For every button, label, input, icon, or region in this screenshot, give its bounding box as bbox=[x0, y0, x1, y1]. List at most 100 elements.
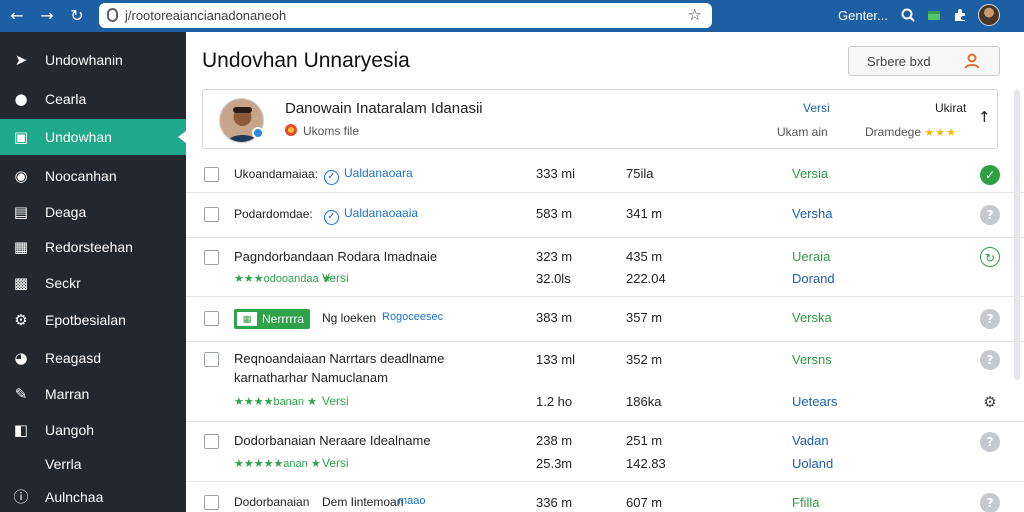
header-action-button[interactable]: Srbere bxd bbox=[848, 46, 1000, 76]
table-row[interactable]: Podardomdae: ✓ Ualdanaoaaia 583 m 341 m V… bbox=[186, 193, 1024, 238]
pen-icon: ✎ bbox=[14, 385, 28, 403]
sidebar-item-label: Marran bbox=[45, 386, 90, 402]
row-version[interactable]: Versi bbox=[322, 456, 349, 470]
account-name[interactable]: Genter... bbox=[838, 8, 888, 23]
row-tag[interactable]: Rogoceesec bbox=[382, 311, 443, 323]
sidebar-item-label: Verrla bbox=[45, 456, 82, 472]
row-checkbox[interactable] bbox=[204, 352, 219, 367]
bell-icon: ◉ bbox=[14, 167, 28, 185]
address-bar[interactable]: j/rootoreaiancianadonaneoh ☆ bbox=[99, 3, 712, 28]
sidebar-item-7[interactable]: ▩ Seckr bbox=[0, 265, 186, 301]
table-row[interactable]: Dodorbanaian Neraare Idealname ★★★★★anan… bbox=[186, 422, 1024, 482]
globe-icon: ◕ bbox=[14, 349, 28, 367]
row-rating: ★★★★banan ★ bbox=[234, 396, 317, 408]
row-value-1: 333 mi bbox=[536, 166, 576, 181]
sidebar-item-label: Undowhan bbox=[45, 129, 112, 145]
sidebar-item-10[interactable]: ✎ Marran bbox=[0, 376, 186, 412]
sidebar-item-11[interactable]: ◧ Uangoh bbox=[0, 412, 186, 448]
status-badge: Verska bbox=[792, 310, 832, 325]
row-tag[interactable]: ✓ Ualdanaoara bbox=[324, 166, 413, 185]
row-value-1: 383 m bbox=[536, 310, 573, 325]
status-badge: Versha bbox=[792, 206, 833, 221]
reload-icon[interactable]: ↻ bbox=[66, 5, 88, 27]
row-version[interactable]: Versi bbox=[322, 394, 349, 408]
row-checkbox[interactable] bbox=[204, 207, 219, 222]
row-tag-label: Ualdanaoaaia bbox=[344, 206, 419, 220]
gear-icon: ⚙ bbox=[14, 311, 28, 329]
sidebar-item-9[interactable]: ◕ Reagasd bbox=[0, 340, 186, 376]
sidebar-item-12[interactable]: Verrla bbox=[0, 446, 186, 482]
settings-icon[interactable]: ⚙ bbox=[980, 392, 1000, 412]
badge-label: Nerrrrra bbox=[262, 312, 304, 326]
sidebar-item-label: Epotbesialan bbox=[45, 312, 126, 328]
forward-arrow-icon[interactable]: → bbox=[36, 5, 58, 27]
row-tag[interactable]: ✓ Ualdanaoaaia bbox=[324, 206, 418, 225]
status-icon bbox=[285, 124, 297, 136]
profile-card[interactable]: Danowain Inataralam Idanasii Ukoms file … bbox=[202, 89, 998, 149]
table-row[interactable]: ▦ Nerrrrra Ng loeken Rogoceesec 383 m 35… bbox=[186, 297, 1024, 342]
refresh-icon[interactable]: ↻ bbox=[980, 247, 1000, 267]
status-badge: Versns bbox=[792, 352, 832, 367]
shield-icon: ▩ bbox=[13, 274, 29, 292]
page-title: Undovhan Unnaryesia bbox=[202, 49, 410, 72]
sidebar-item-1[interactable]: ➤ Undowhanin bbox=[0, 42, 186, 78]
pin-icon: ➤ bbox=[14, 51, 28, 69]
row-value-2: 251 m bbox=[626, 433, 663, 448]
row-tag[interactable]: maao bbox=[398, 495, 426, 507]
browser-toolbar: ← → ↻ j/rootoreaiancianadonaneoh ☆ Gente… bbox=[0, 0, 1024, 32]
check-circle-icon: ✓ bbox=[324, 210, 339, 225]
sort-arrow-icon[interactable]: ↑ bbox=[978, 108, 991, 126]
sidebar-item-label: Deaga bbox=[45, 204, 87, 220]
sidebar-item-13[interactable]: ⓘ Aulnchaa bbox=[0, 479, 186, 512]
info-icon: ⓘ bbox=[13, 488, 29, 506]
sidebar-item-label: Seckr bbox=[45, 275, 81, 291]
row-value-3: 1.2 ho bbox=[536, 394, 573, 409]
sidebar-item-6[interactable]: ▦ Redorsteehan bbox=[0, 229, 186, 265]
bookmark-star-icon[interactable]: ☆ bbox=[688, 5, 702, 24]
sidebar: ➤ Undowhanin ● Cearla ▣ Undowhan ◉ Nooca… bbox=[0, 32, 186, 512]
row-version[interactable]: Versi bbox=[322, 271, 349, 285]
row-rating: ★★★★★anan ★ bbox=[234, 458, 321, 470]
row-title: Dodorbanaian Neraare Idealname bbox=[234, 433, 431, 448]
row-checkbox[interactable] bbox=[204, 311, 219, 326]
back-arrow-icon[interactable]: ← bbox=[6, 5, 28, 27]
row-value-4: 186ka bbox=[626, 394, 662, 409]
profile-rating: Dramdege ★★★ bbox=[865, 125, 957, 139]
row-value-2: 352 m bbox=[626, 352, 663, 367]
row-checkbox[interactable] bbox=[204, 250, 219, 265]
sidebar-item-active[interactable]: ▣ Undowhan bbox=[0, 119, 186, 155]
sidebar-item-4[interactable]: ◉ Noocanhan bbox=[0, 158, 186, 194]
extension-icon[interactable] bbox=[926, 7, 942, 23]
sidebar-item-2[interactable]: ● Cearla bbox=[0, 81, 186, 117]
sidebar-item-label: Cearla bbox=[45, 91, 87, 107]
check-icon[interactable]: ✓ bbox=[980, 165, 1000, 185]
puzzle-icon[interactable] bbox=[952, 7, 968, 23]
layout-icon: ▣ bbox=[13, 128, 29, 146]
table-row[interactable]: Ukoandamaiaa: ✓ Ualdanaoara 333 mi 75ila … bbox=[186, 156, 1024, 193]
row-checkbox[interactable] bbox=[204, 434, 219, 449]
search-icon[interactable] bbox=[900, 7, 916, 23]
help-icon[interactable]: ? bbox=[980, 493, 1000, 512]
row-title: Reqnoandaiaan Narrtars deadlname bbox=[234, 351, 445, 366]
sidebar-item-label: Undowhanin bbox=[45, 52, 123, 68]
help-icon[interactable]: ? bbox=[980, 309, 1000, 329]
sidebar-item-5[interactable]: ▤ Deaga bbox=[0, 194, 186, 230]
row-value-4: 222.04 bbox=[626, 271, 666, 286]
profile-avatar[interactable] bbox=[978, 4, 1000, 26]
scrollbar[interactable] bbox=[1014, 90, 1020, 380]
help-icon[interactable]: ? bbox=[980, 205, 1000, 225]
table-row[interactable]: Reqnoandaiaan Narrtars deadlname karnath… bbox=[186, 342, 1024, 422]
help-icon[interactable]: ? bbox=[980, 350, 1000, 370]
row-checkbox[interactable] bbox=[204, 167, 219, 182]
url-text[interactable]: j/rootoreaiancianadonaneoh bbox=[125, 8, 286, 23]
help-icon[interactable]: ? bbox=[980, 432, 1000, 452]
app-badge: ▦ Nerrrrra bbox=[234, 309, 310, 329]
table-row[interactable]: Pagndorbandaan Rodara Imadnaie ★★★odooan… bbox=[186, 238, 1024, 297]
row-checkbox[interactable] bbox=[204, 495, 219, 510]
row-value-1: 133 ml bbox=[536, 352, 576, 367]
site-info-icon[interactable] bbox=[107, 8, 118, 22]
row-title: Podardomdae: bbox=[234, 207, 313, 221]
sidebar-item-8[interactable]: ⚙ Epotbesialan bbox=[0, 302, 186, 338]
table-row[interactable]: Dodorbanaian Dem Iintemoan maao 336 m 60… bbox=[186, 482, 1024, 512]
row-value-2: 607 m bbox=[626, 495, 663, 510]
